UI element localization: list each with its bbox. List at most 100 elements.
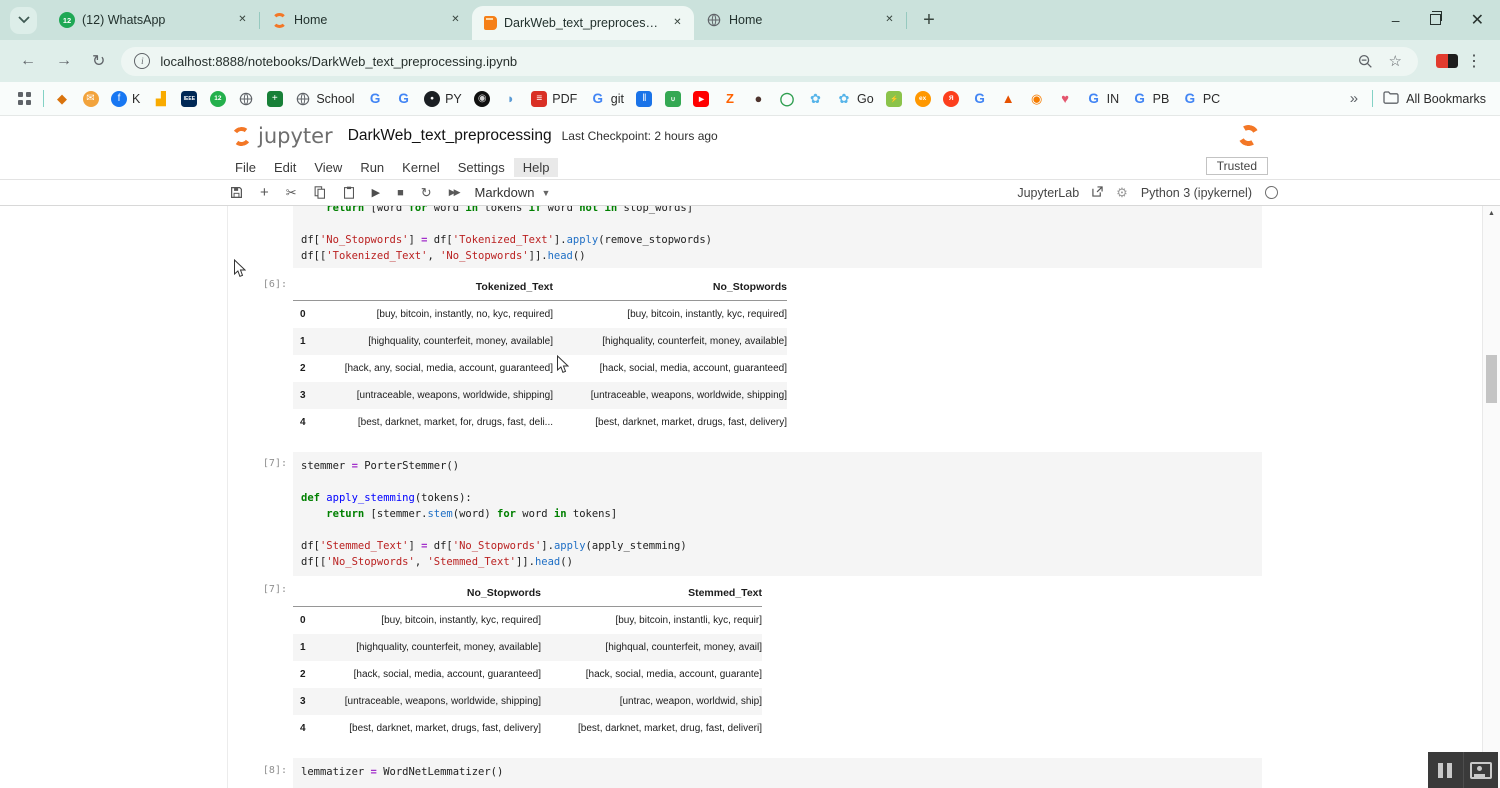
window-restore-button[interactable]: [1430, 12, 1441, 28]
bookmark-item[interactable]: Я: [943, 91, 959, 107]
browser-tab[interactable]: Home✕: [260, 0, 472, 40]
bookmark-item[interactable]: ✿: [807, 91, 823, 107]
menu-item-help[interactable]: Help: [514, 158, 559, 177]
bookmark-item[interactable]: ◗: [503, 91, 519, 107]
restart-run-all-button[interactable]: ▶▶: [449, 187, 459, 198]
bookmark-item[interactable]: GPB: [1132, 91, 1170, 107]
forward-button[interactable]: →: [56, 52, 72, 70]
window-close-button[interactable]: ✕: [1471, 10, 1484, 30]
bookmark-item[interactable]: GIN: [1086, 91, 1120, 107]
code-cell[interactable]: return [word for word in tokens if word …: [293, 206, 1262, 268]
tab-close-icon[interactable]: ✕: [669, 15, 686, 32]
green-cross-icon: +: [267, 91, 283, 107]
bookmark-item[interactable]: IEEE: [181, 91, 197, 107]
interrupt-kernel-button[interactable]: ■: [397, 187, 404, 199]
bookmark-item[interactable]: ✿Go: [836, 91, 874, 107]
tab-close-icon[interactable]: ✕: [234, 12, 251, 29]
apps-grid-icon[interactable]: [18, 92, 31, 105]
bookmark-item[interactable]: ⚡: [886, 91, 902, 107]
scroll-up-icon[interactable]: ▲: [1483, 206, 1500, 222]
kernel-status-icon: [1265, 186, 1278, 199]
whatsapp-badge-icon: 12: [210, 91, 226, 107]
all-bookmarks-label[interactable]: All Bookmarks: [1406, 92, 1486, 106]
bookmark-item[interactable]: ∪: [665, 91, 681, 107]
url-text[interactable]: localhost:8888/notebooks/DarkWeb_text_pr…: [160, 54, 1357, 69]
bookmark-item[interactable]: [238, 91, 254, 107]
scrollbar[interactable]: ▲: [1482, 206, 1500, 788]
bookmark-item[interactable]: ●PY: [424, 91, 462, 107]
tab-close-icon[interactable]: ✕: [447, 12, 464, 29]
bookmark-item[interactable]: School: [295, 91, 354, 107]
code-cell[interactable]: stemmer = PorterStemmer() def apply_stem…: [293, 452, 1262, 576]
menu-item-run[interactable]: Run: [351, 158, 393, 177]
save-button[interactable]: [230, 186, 243, 199]
whatsapp-favicon: 12: [59, 12, 75, 28]
address-bar[interactable]: i localhost:8888/notebooks/DarkWeb_text_…: [121, 47, 1418, 76]
reload-button[interactable]: ↻: [92, 51, 105, 71]
bookmark-item[interactable]: ▲: [1000, 91, 1016, 107]
bookmark-star-icon[interactable]: ☆: [1389, 52, 1402, 70]
bookmark-item[interactable]: ●: [750, 91, 766, 107]
window-minimize-button[interactable]: –: [1392, 12, 1400, 28]
restart-kernel-button[interactable]: ↻: [421, 185, 432, 201]
column-header: No_Stopwords: [553, 274, 787, 300]
bookmark-item[interactable]: +: [267, 91, 283, 107]
back-button[interactable]: ←: [20, 52, 36, 70]
menu-item-settings[interactable]: Settings: [449, 158, 514, 177]
bookmark-item[interactable]: ◯: [779, 91, 795, 107]
bookmark-item[interactable]: G: [367, 91, 383, 107]
bookmark-item[interactable]: ✉: [83, 91, 99, 107]
extension-icon[interactable]: [1436, 54, 1458, 68]
bookmark-item[interactable]: ex: [915, 91, 931, 107]
copy-cell-button[interactable]: [314, 186, 326, 199]
bookmark-item[interactable]: ‖: [636, 91, 652, 107]
menu-item-file[interactable]: File: [226, 158, 265, 177]
tab-search-button[interactable]: [10, 7, 37, 34]
bookmark-item[interactable]: ▶: [693, 91, 709, 107]
code-cell[interactable]: lemmatizer = WordNetLemmatizer(): [293, 758, 1262, 788]
scrollbar-thumb[interactable]: [1486, 355, 1497, 403]
bookmark-item[interactable]: Z: [722, 91, 738, 107]
new-tab-button[interactable]: +: [917, 9, 941, 32]
matlab-icon: ▲: [1000, 91, 1016, 107]
browser-menu-icon[interactable]: ⋮: [1466, 51, 1482, 71]
google-icon: G: [396, 91, 412, 107]
trusted-button[interactable]: Trusted: [1206, 157, 1268, 175]
bookmarks-overflow-icon[interactable]: »: [1350, 90, 1358, 107]
screenshot-button[interactable]: [1463, 752, 1499, 788]
pause-recording-button[interactable]: [1428, 752, 1463, 788]
tab-close-icon[interactable]: ✕: [881, 12, 898, 29]
pin-icon: ◆: [54, 91, 70, 107]
browser-tab[interactable]: DarkWeb_text_preprocessing✕: [472, 6, 694, 40]
notebook-toolbar: + ✂ ▶ ■ ↻ ▶▶ Markdown ▼ JupyterLab ⚙ Pyt…: [0, 180, 1500, 206]
bookmark-item[interactable]: GPC: [1182, 91, 1220, 107]
site-info-icon[interactable]: i: [134, 53, 150, 69]
bookmark-item[interactable]: ◆: [54, 91, 70, 107]
menu-item-view[interactable]: View: [305, 158, 351, 177]
bookmark-item[interactable]: ▟: [153, 91, 169, 107]
bookmark-item[interactable]: 12: [210, 91, 226, 107]
bookmark-item[interactable]: ≡PDF: [531, 91, 577, 107]
bookmark-item[interactable]: fK: [111, 91, 140, 107]
add-cell-button[interactable]: +: [260, 184, 269, 201]
bookmark-item[interactable]: ♥: [1057, 91, 1073, 107]
bookmark-item[interactable]: ◉: [474, 91, 490, 107]
menu-item-edit[interactable]: Edit: [265, 158, 305, 177]
kernel-name[interactable]: Python 3 (ipykernel): [1141, 186, 1252, 200]
bookmark-item[interactable]: ◉: [1029, 91, 1045, 107]
notebook-title[interactable]: DarkWeb_text_preprocessing: [348, 127, 552, 145]
open-jupyterlab-link[interactable]: JupyterLab: [1017, 186, 1079, 200]
run-cell-button[interactable]: ▶: [372, 186, 380, 199]
browser-tab[interactable]: Home✕: [694, 0, 906, 40]
menu-item-kernel[interactable]: Kernel: [393, 158, 449, 177]
paste-cell-button[interactable]: [343, 186, 355, 199]
table-row: 4[best, darknet, market, drugs, fast, de…: [293, 715, 762, 742]
bookmark-item[interactable]: G: [972, 91, 988, 107]
zoom-out-icon[interactable]: [1358, 54, 1373, 69]
gear-icon[interactable]: ⚙: [1116, 185, 1128, 201]
bookmark-item[interactable]: G: [396, 91, 412, 107]
browser-tab[interactable]: 12(12) WhatsApp✕: [47, 0, 259, 40]
cut-cell-button[interactable]: ✂: [286, 185, 297, 201]
cell-type-dropdown[interactable]: Markdown: [475, 185, 535, 200]
bookmark-item[interactable]: Ggit: [590, 91, 624, 107]
